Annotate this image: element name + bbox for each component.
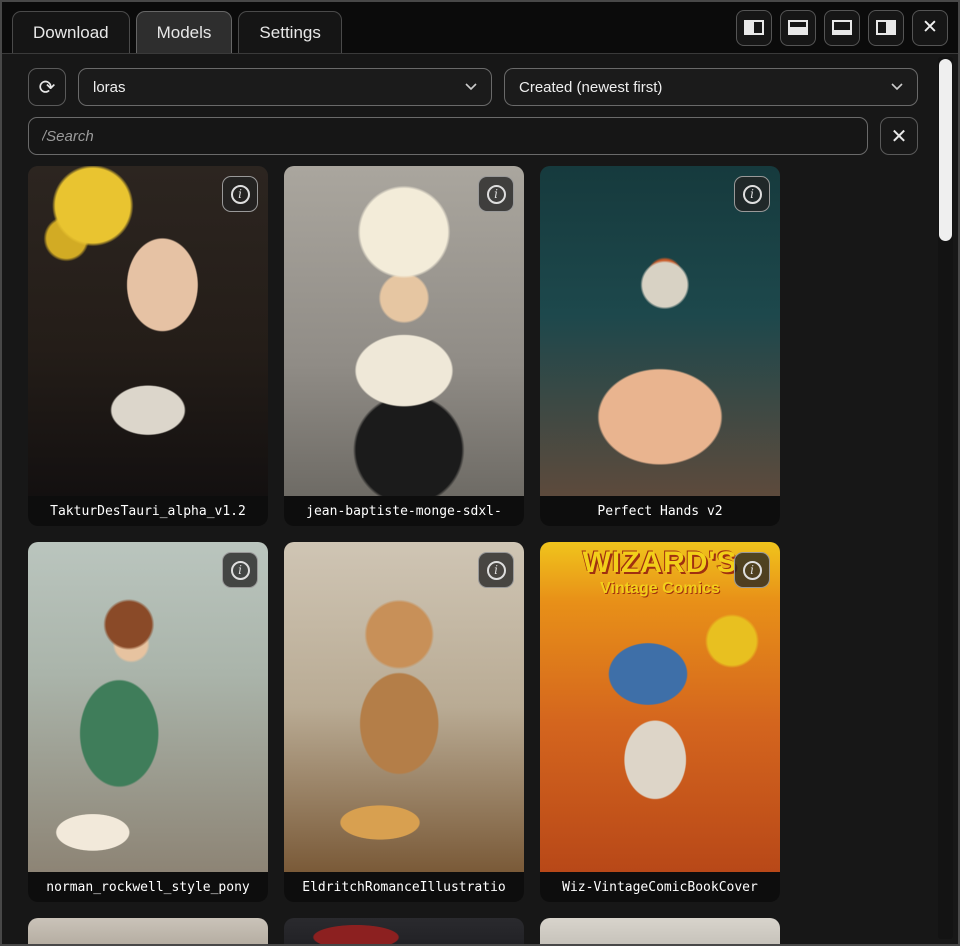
info-icon: i — [487, 185, 506, 204]
info-button[interactable]: i — [734, 176, 770, 212]
info-button[interactable]: i — [222, 552, 258, 588]
model-thumbnail — [540, 542, 780, 872]
model-name-label: EldritchRomanceIllustratio — [284, 872, 524, 902]
model-card[interactable] — [540, 918, 780, 944]
info-icon: i — [743, 185, 762, 204]
panel-right-icon — [876, 20, 896, 35]
info-button[interactable]: i — [734, 552, 770, 588]
model-card[interactable] — [284, 918, 524, 944]
model-card[interactable]: i Perfect Hands v2 — [540, 166, 780, 526]
model-card[interactable]: i TakturDesTauri_alpha_v1.2 — [28, 166, 268, 526]
close-icon: ✕ — [891, 124, 908, 149]
chevron-down-icon — [465, 83, 477, 91]
model-thumbnail — [284, 918, 524, 944]
model-name-label: jean-baptiste-monge-sdxl- — [284, 496, 524, 526]
panel-bottom-bar-icon — [832, 20, 852, 35]
model-thumbnail — [540, 166, 780, 496]
model-name-label: Wiz-VintageComicBookCover — [540, 872, 780, 902]
model-name-label: Perfect Hands v2 — [540, 496, 780, 526]
search-toolbar: ✕ — [28, 117, 918, 155]
sort-order-value: Created (newest first) — [519, 79, 662, 96]
tab-strip: Download Models Settings — [12, 11, 342, 53]
scrollbar[interactable] — [938, 57, 953, 939]
info-button[interactable]: i — [222, 176, 258, 212]
panel-bottom-icon — [788, 20, 808, 35]
chevron-down-icon — [891, 83, 903, 91]
model-name-label: norman_rockwell_style_pony — [28, 872, 268, 902]
info-icon: i — [487, 561, 506, 580]
models-panel: ⟳ loras Created (newest first) ✕ — [2, 54, 958, 944]
model-thumbnail — [28, 918, 268, 944]
model-card[interactable]: i EldritchRomanceIllustratio — [284, 542, 524, 902]
model-type-value: loras — [93, 79, 126, 96]
tab-bar: Download Models Settings ✕ — [2, 2, 958, 54]
model-name-label: TakturDesTauri_alpha_v1.2 — [28, 496, 268, 526]
model-card[interactable] — [28, 918, 268, 944]
model-thumbnail — [284, 166, 524, 496]
model-card-grid: i TakturDesTauri_alpha_v1.2 i jean-bapti… — [28, 166, 780, 944]
refresh-button[interactable]: ⟳ — [28, 68, 66, 106]
model-browser-window: Download Models Settings ✕ — [0, 0, 960, 946]
info-icon: i — [231, 561, 250, 580]
model-card[interactable]: i norman_rockwell_style_pony — [28, 542, 268, 902]
model-thumbnail — [284, 542, 524, 872]
tab-download[interactable]: Download — [12, 11, 130, 53]
close-button[interactable]: ✕ — [912, 10, 948, 46]
toggle-right-panel-button[interactable] — [868, 10, 904, 46]
model-thumbnail — [28, 166, 268, 496]
model-type-select[interactable]: loras — [78, 68, 492, 106]
toggle-bottom-panel-button[interactable] — [780, 10, 816, 46]
clear-search-button[interactable]: ✕ — [880, 117, 918, 155]
window-controls: ✕ — [736, 10, 948, 46]
info-button[interactable]: i — [478, 552, 514, 588]
filter-toolbar: ⟳ loras Created (newest first) — [28, 68, 918, 106]
info-button[interactable]: i — [478, 176, 514, 212]
model-card[interactable]: WIZARD'S Vintage Comics i Wiz-VintageCom… — [540, 542, 780, 902]
refresh-icon: ⟳ — [39, 75, 56, 100]
search-input[interactable] — [28, 117, 868, 155]
scrollbar-thumb[interactable] — [939, 59, 952, 241]
info-icon: i — [231, 185, 250, 204]
info-icon: i — [743, 561, 762, 580]
model-thumbnail — [540, 918, 780, 944]
toggle-left-panel-button[interactable] — [736, 10, 772, 46]
model-card[interactable]: i jean-baptiste-monge-sdxl- — [284, 166, 524, 526]
panel-left-icon — [744, 20, 764, 35]
model-thumbnail — [28, 542, 268, 872]
tab-settings[interactable]: Settings — [238, 11, 341, 53]
toggle-bottom-bar-button[interactable] — [824, 10, 860, 46]
close-icon: ✕ — [922, 18, 938, 37]
sort-order-select[interactable]: Created (newest first) — [504, 68, 918, 106]
tab-models[interactable]: Models — [136, 11, 233, 53]
